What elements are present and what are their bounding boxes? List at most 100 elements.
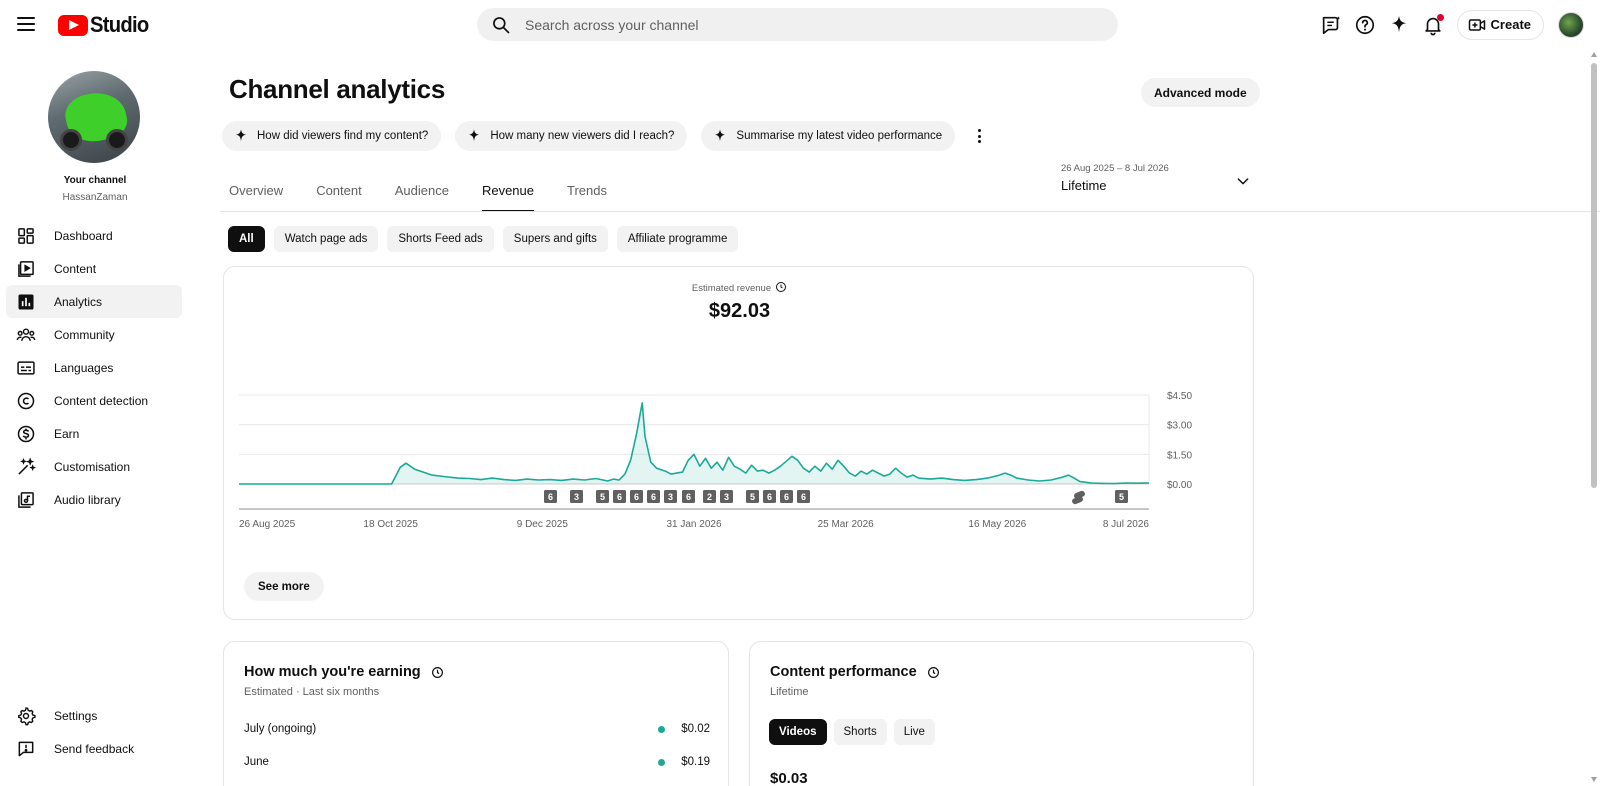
channel-avatar[interactable] xyxy=(48,71,140,163)
content-performance-card: Content performance Lifetime Videos Shor… xyxy=(749,641,1254,786)
sidebar-item-customisation[interactable]: Customisation xyxy=(6,450,182,483)
prompt-chip[interactable]: How many new viewers did I reach? xyxy=(455,121,688,151)
video-marker-label: 6 xyxy=(651,492,656,502)
video-marker-label: 6 xyxy=(801,492,806,502)
earning-month: July (ongoing) xyxy=(244,723,317,735)
create-label: Create xyxy=(1490,17,1531,32)
video-marker-label: 6 xyxy=(634,492,639,502)
youtube-logo-icon xyxy=(58,14,88,36)
y-tick-label: $3.00 xyxy=(1167,421,1192,432)
sidebar-item-settings[interactable]: Settings xyxy=(6,699,182,732)
tab-revenue[interactable]: Revenue xyxy=(481,175,535,212)
video-marker-label: 6 xyxy=(617,492,622,502)
help-button[interactable] xyxy=(1353,13,1377,37)
sparkle-icon xyxy=(235,129,247,142)
sidebar-item-earn[interactable]: Earn xyxy=(6,417,182,450)
comments-button[interactable] xyxy=(1319,13,1343,37)
chip-supers-and-gifts[interactable]: Supers and gifts xyxy=(502,226,608,252)
performance-card-title: Content performance xyxy=(770,664,940,680)
revenue-line-chart[interactable]: $4.50 $3.00 $1.50 $0.00 6 3 5 6 6 6 3 6 2 3 5 6 6 6 5 26 Au… xyxy=(224,267,1255,567)
chip-shorts-feed-ads[interactable]: Shorts Feed ads xyxy=(387,226,494,252)
account-avatar[interactable] xyxy=(1558,11,1584,38)
revenue-area xyxy=(239,402,1149,484)
analytics-icon xyxy=(18,294,34,309)
video-marker-label: 6 xyxy=(784,492,789,502)
video-marker-label: 2 xyxy=(707,492,712,502)
channel-title: Your channel xyxy=(63,175,127,186)
studio-logo-text: Studio xyxy=(90,12,149,37)
sidebar-item-content-detection[interactable]: Content detection xyxy=(6,384,182,417)
video-marker-label: 6 xyxy=(548,492,553,502)
tab-shorts[interactable]: Shorts xyxy=(833,719,887,745)
prompt-chip[interactable]: Summarise my latest video performance xyxy=(701,121,956,151)
page-scrollbar[interactable] xyxy=(1590,48,1598,786)
tab-overview[interactable]: Overview xyxy=(229,175,283,211)
top-bar: Studio Create xyxy=(0,0,1600,48)
chip-affiliate-programme[interactable]: Affiliate programme xyxy=(616,226,739,252)
earning-row[interactable]: June $0.19 xyxy=(244,756,710,768)
performance-title-text: Content performance xyxy=(770,664,917,680)
sidebar-item-languages[interactable]: Languages xyxy=(6,351,182,384)
sidebar-item-send-feedback[interactable]: Send feedback xyxy=(6,732,182,765)
help-icon xyxy=(1355,15,1374,34)
sidebar-item-dashboard[interactable]: Dashboard xyxy=(6,219,182,252)
gear-icon xyxy=(18,706,36,725)
tab-live[interactable]: Live xyxy=(893,719,935,745)
x-tick-label: 16 May 2026 xyxy=(968,519,1026,530)
earning-value: $0.19 xyxy=(681,756,710,768)
sidebar-item-content[interactable]: Content xyxy=(6,252,182,285)
sidebar-item-audio-library[interactable]: Audio library xyxy=(6,483,182,516)
chip-watch-page-ads[interactable]: Watch page ads xyxy=(273,226,379,252)
sidebar: Your channel HassanZaman Dashboard Conte… xyxy=(0,56,190,786)
studio-logo[interactable]: Studio xyxy=(58,12,154,38)
ai-prompt-chips: How did viewers find my content? How man… xyxy=(222,121,989,151)
video-marker-label: 5 xyxy=(600,492,605,502)
shorts-marker-icon[interactable] xyxy=(1072,490,1085,505)
sidebar-bottom-nav: Settings Send feedback xyxy=(6,699,182,765)
sidebar-item-label: Content detection xyxy=(54,393,149,408)
video-marker-label: 6 xyxy=(686,492,691,502)
sidebar-item-community[interactable]: Community xyxy=(6,318,182,351)
tab-audience[interactable]: Audience xyxy=(395,175,449,211)
sparkle-icon xyxy=(715,129,726,142)
earning-value: $0.02 xyxy=(681,723,710,735)
notification-badge xyxy=(1436,13,1444,21)
search-input[interactable] xyxy=(525,16,1085,33)
earning-card-title: How much you're earning xyxy=(244,664,444,680)
advanced-mode-button[interactable]: Advanced mode xyxy=(1141,78,1260,107)
video-marker-label: 6 xyxy=(767,492,772,502)
ai-sparkle-button[interactable] xyxy=(1387,13,1411,37)
x-tick-label: 18 Oct 2025 xyxy=(363,519,418,530)
see-more-button[interactable]: See more xyxy=(244,572,324,601)
chip-all[interactable]: All xyxy=(228,226,265,252)
customisation-icon xyxy=(18,456,36,475)
tab-videos[interactable]: Videos xyxy=(769,719,827,745)
performance-value: $0.03 xyxy=(770,770,808,786)
create-video-icon xyxy=(1468,18,1485,31)
date-range-picker[interactable]: 26 Aug 2025 – 8 Jul 2026 Lifetime xyxy=(1061,163,1251,197)
search-bar[interactable] xyxy=(477,8,1118,41)
feedback-icon xyxy=(18,741,34,756)
create-button[interactable]: Create xyxy=(1456,9,1544,40)
tab-trends[interactable]: Trends xyxy=(567,175,607,211)
performance-card-subtitle: Lifetime xyxy=(770,686,809,698)
scrollbar-thumb[interactable] xyxy=(1591,63,1597,488)
clock-icon xyxy=(431,666,443,678)
tabs-divider xyxy=(220,211,1600,212)
sidebar-item-label: Send feedback xyxy=(54,741,135,756)
sparkle-icon xyxy=(468,129,480,142)
x-tick-label: 9 Dec 2025 xyxy=(517,519,569,530)
more-options-icon[interactable] xyxy=(969,126,989,146)
menu-icon[interactable] xyxy=(16,14,36,34)
date-range-text: 26 Aug 2025 – 8 Jul 2026 xyxy=(1061,163,1169,174)
earning-row[interactable]: July (ongoing) $0.02 xyxy=(244,723,710,735)
date-range-label: Lifetime xyxy=(1061,178,1107,193)
prompt-chip[interactable]: How did viewers find my content? xyxy=(222,121,442,151)
sidebar-item-label: Dashboard xyxy=(54,228,113,243)
y-tick-label: $4.50 xyxy=(1167,391,1192,402)
notifications-button[interactable] xyxy=(1421,13,1445,37)
x-tick-label: 31 Jan 2026 xyxy=(666,519,721,530)
tab-content[interactable]: Content xyxy=(316,175,362,211)
sidebar-item-analytics[interactable]: Analytics xyxy=(6,285,182,318)
sidebar-item-label: Content xyxy=(54,261,97,276)
